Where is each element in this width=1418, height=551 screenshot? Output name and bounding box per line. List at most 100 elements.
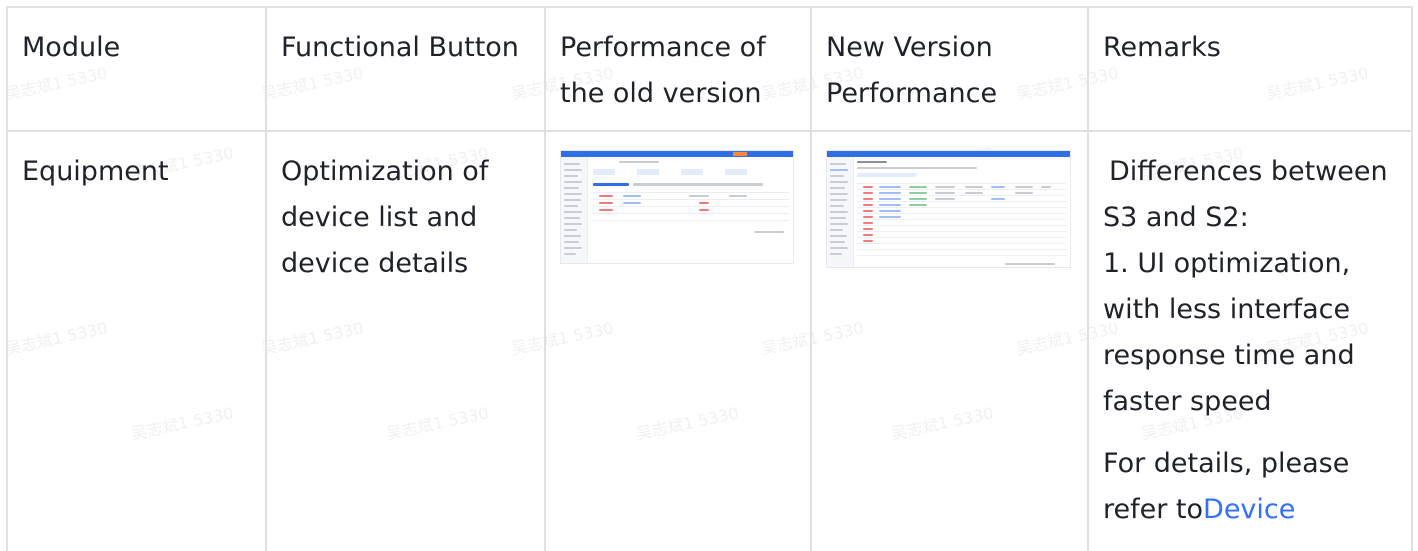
thumb-mark [689,195,709,197]
header-cell-new-version: New Version Performance [810,6,1089,132]
thumb-row [857,183,1066,184]
thumb-mark [863,240,873,242]
thumb-mark [935,198,955,200]
remark-line: 1. UI optimization, [1103,248,1351,279]
thumb-nav-line [830,193,848,195]
remark-line: S3 and S2: [1103,202,1249,233]
cell-module: Equipment [6,130,267,551]
thumb-mark [1015,192,1033,194]
functional-button-line: device list and [281,202,478,233]
thumb-mark [879,198,901,200]
thumb-mark [909,192,927,194]
thumb-nav-line [830,169,848,171]
refer-to-text: refer to [1103,494,1204,525]
thumb-row [591,213,789,214]
thumb-mark [857,161,887,163]
header-module-label: Module [22,32,121,63]
thumb-mark [863,204,873,206]
thumb-nav-line [830,247,848,249]
thumb-nav-line [830,181,848,183]
thumb-row [857,255,1066,256]
thumb-mark [863,216,873,218]
thumb-row [857,195,1066,196]
thumb-nav-line [830,175,844,177]
thumb-mark [599,202,613,204]
thumb-mark [879,204,901,206]
thumb-row [857,219,1066,220]
thumb-nav-line [564,199,581,201]
thumb-mark [633,183,763,186]
remark-line: Differences between [1109,156,1388,187]
thumb-row [857,201,1066,202]
thumb-mark [879,216,901,218]
new-version-screenshot[interactable] [826,150,1071,268]
thumb-nav-line [564,253,576,255]
header-cell-remarks: Remarks [1087,6,1413,132]
old-version-screenshot[interactable] [560,150,794,264]
thumb-mark [863,222,873,224]
thumb-mark [725,169,747,175]
thumb-nav-line [564,187,579,189]
thumb-mark [879,210,901,212]
module-value: Equipment [22,156,169,187]
thumb-nav-line [830,187,845,189]
thumb-nav-line [564,247,582,249]
header-old-version-line-1: Performance of [560,32,766,63]
thumb-nav-line [830,199,847,201]
thumb-nav-line [564,229,577,231]
thumb-row [857,225,1066,226]
remark-line: response time and [1103,340,1355,371]
functional-button-line: device details [281,248,469,279]
remark-details-line: For details, please [1103,448,1350,479]
thumb-main [855,159,1068,265]
thumb-nav-line [564,235,581,237]
header-remarks-label: Remarks [1103,32,1221,63]
thumb-mark [857,173,917,177]
thumb-row [857,237,1066,238]
thumb-mark [879,192,901,194]
thumb-mark [623,202,641,204]
thumb-nav-line [830,253,842,255]
cell-functional-button: Optimization of device list and device d… [265,130,546,551]
header-cell-old-version: Performance of the old version [544,6,812,132]
thumb-topbar [827,151,1070,157]
thumb-mark [879,186,901,188]
thumb-nav-line [830,163,846,165]
thumb-nav-line [564,193,582,195]
thumb-row [591,220,789,221]
thumb-mark [637,169,659,175]
thumb-nav-line [564,241,579,243]
thumb-row [591,192,789,193]
thumb-nav-line [564,181,582,183]
thumb-mark [909,186,927,188]
thumb-mark [863,192,873,194]
thumb-mark [863,210,873,212]
thumb-topbar [561,151,793,157]
thumb-mark [991,198,1005,200]
thumb-mark [699,209,709,211]
header-cell-module: Module [6,6,267,132]
thumb-nav-line [830,229,843,231]
thumb-sidebar [561,157,588,263]
thumb-mark [754,231,784,233]
thumb-mark [619,161,659,163]
thumb-mark [909,198,927,200]
thumb-row [591,206,789,207]
thumb-mark [1005,263,1055,265]
thumb-mark [1041,186,1051,188]
thumb-mark [863,198,873,200]
thumb-mark [965,186,983,188]
header-cell-functional-button: Functional Button [265,6,546,132]
thumb-mark [681,169,703,175]
header-new-version-line-2: Performance [826,78,998,109]
thumb-accent [733,152,747,156]
device-link[interactable]: Device [1203,494,1295,525]
thumb-mark [863,186,873,188]
thumb-nav-line [830,223,848,225]
thumb-row [591,199,789,200]
thumb-mark [857,167,977,169]
thumb-row [857,243,1066,244]
thumb-mark [909,204,927,206]
thumb-mark [599,209,613,211]
thumb-mark [935,186,955,188]
